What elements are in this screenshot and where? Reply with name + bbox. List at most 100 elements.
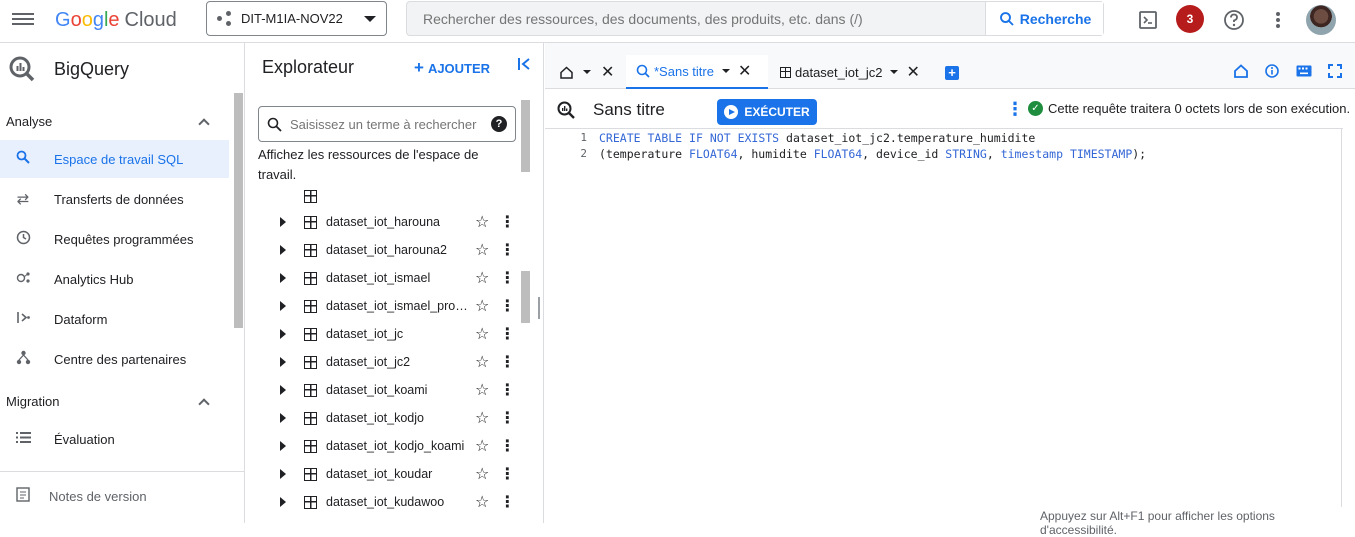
close-icon[interactable]: ✕ [906, 62, 919, 82]
dataset-row[interactable]: dataset_iot_kudawoo ☆ ⋮ [246, 488, 521, 516]
keyboard-icon[interactable] [1296, 64, 1312, 80]
more-vert-icon[interactable]: ⋮ [499, 212, 515, 232]
more-vert-icon[interactable]: ⋮ [499, 324, 515, 344]
dataset-row[interactable]: dataset_iot_jc ☆ ⋮ [246, 320, 521, 348]
collapse-panel-icon[interactable] [517, 56, 533, 77]
avatar[interactable] [1306, 5, 1336, 35]
dataset-row[interactable]: dataset_iot_kodjo_koami ☆ ⋮ [246, 432, 521, 460]
expand-arrow-icon[interactable] [280, 217, 286, 227]
more-vert-icon[interactable]: ⋮ [499, 408, 515, 428]
dataset-row[interactable]: dataset_iot_jc2 ☆ ⋮ [246, 348, 521, 376]
global-search-input[interactable] [407, 2, 985, 35]
close-icon[interactable]: ✕ [601, 62, 614, 82]
release-notes-link[interactable]: Notes de version [0, 477, 229, 515]
editor-scrollbar[interactable] [1341, 129, 1355, 507]
dataset-row[interactable]: dataset_iot_koami ☆ ⋮ [246, 376, 521, 404]
add-button[interactable]: + AJOUTER [414, 58, 490, 78]
dataset-row[interactable]: dataset_iot_harouna ☆ ⋮ [246, 208, 521, 236]
dataset-list-scrollbar[interactable] [521, 271, 530, 323]
left-nav-scrollbar[interactable] [234, 93, 243, 328]
star-icon[interactable]: ☆ [475, 296, 489, 316]
more-vert-icon[interactable]: ⋮ [499, 240, 515, 260]
star-icon[interactable]: ☆ [475, 240, 489, 260]
search-button[interactable]: Recherche [985, 2, 1103, 35]
expand-arrow-icon[interactable] [280, 441, 286, 451]
panel-resize-handle[interactable] [538, 297, 540, 319]
run-button[interactable]: EXÉCUTER [717, 99, 817, 125]
dataset-icon [304, 411, 317, 425]
dataset-row[interactable]: dataset_iot_kodjo ☆ ⋮ [246, 404, 521, 432]
star-icon[interactable]: ☆ [475, 408, 489, 428]
search-icon [999, 11, 1014, 26]
dataset-row-partial[interactable] [246, 188, 521, 210]
more-vert-icon[interactable]: ⋮ [499, 380, 515, 400]
star-icon[interactable]: ☆ [475, 212, 489, 232]
explorer-search-input[interactable] [290, 116, 491, 132]
dataset-row[interactable]: dataset_iot_harouna2 ☆ ⋮ [246, 236, 521, 264]
search-icon [267, 117, 282, 132]
explorer-scrollbar[interactable] [521, 100, 530, 172]
sql-editor[interactable]: 1 2 CREATE TABLE IF NOT EXISTS dataset_i… [545, 128, 1343, 509]
query-icon [636, 64, 650, 78]
star-icon[interactable]: ☆ [475, 380, 489, 400]
star-icon[interactable]: ☆ [475, 352, 489, 372]
expand-arrow-icon[interactable] [280, 497, 286, 507]
star-icon[interactable]: ☆ [475, 492, 489, 512]
notifications-badge[interactable]: 3 [1176, 5, 1204, 33]
expand-arrow-icon[interactable] [280, 301, 286, 311]
more-vert-icon[interactable]: ⋮ [499, 464, 515, 484]
close-icon[interactable]: ✕ [738, 61, 751, 81]
expand-arrow-icon[interactable] [280, 385, 286, 395]
nav-item-partners[interactable]: Centre des partenaires [0, 340, 229, 378]
nav-item-analytics-hub[interactable]: Analytics Hub [0, 260, 229, 298]
code-line[interactable]: CREATE TABLE IF NOT EXISTS dataset_iot_j… [599, 130, 1035, 146]
dataset-row[interactable]: dataset_iot_ismael_proje… ☆ ⋮ [246, 292, 521, 320]
google-cloud-logo[interactable]: Google Cloud [55, 7, 177, 33]
tab-untitled-query[interactable]: *Sans titre ✕ [626, 55, 768, 89]
nav-item-dataform[interactable]: Dataform [0, 300, 229, 338]
home-icon[interactable] [1234, 64, 1248, 81]
tab-home[interactable]: ✕ [555, 55, 619, 89]
expand-arrow-icon[interactable] [280, 245, 286, 255]
more-vert-icon[interactable] [1266, 8, 1290, 32]
tab-dataset-iot-jc2[interactable]: dataset_iot_jc2 ✕ [778, 55, 928, 89]
check-circle-icon: ✓ [1028, 101, 1043, 116]
more-vert-icon[interactable]: ⋮ [499, 352, 515, 372]
explorer-hint: Affichez les ressources de l'espace de t… [258, 147, 479, 182]
star-icon[interactable]: ☆ [475, 268, 489, 288]
more-vert-icon[interactable]: ⋮ [499, 268, 515, 288]
section-analyse[interactable]: Analyse [6, 114, 216, 130]
info-icon[interactable] [1265, 64, 1279, 81]
dataset-name: dataset_iot_ismael_proje… [326, 299, 470, 313]
main-menu-icon[interactable] [12, 10, 34, 28]
nav-item-scheduled-queries[interactable]: Requêtes programmées [0, 220, 229, 258]
help-icon[interactable] [1222, 8, 1246, 32]
expand-arrow-icon[interactable] [280, 413, 286, 423]
more-vert-icon[interactable]: ⋮ [1006, 99, 1024, 120]
nav-item-transfers[interactable]: ⇄ Transferts de données [0, 180, 229, 218]
nav-item-evaluation[interactable]: Évaluation [0, 420, 229, 458]
star-icon[interactable]: ☆ [475, 464, 489, 484]
expand-arrow-icon[interactable] [280, 357, 286, 367]
more-vert-icon[interactable]: ⋮ [499, 436, 515, 456]
dataset-row[interactable]: dataset_iot_ismael ☆ ⋮ [246, 264, 521, 292]
cloud-shell-icon[interactable] [1136, 8, 1160, 32]
expand-arrow-icon[interactable] [280, 469, 286, 479]
star-icon[interactable]: ☆ [475, 436, 489, 456]
expand-arrow-icon[interactable] [280, 273, 286, 283]
project-selector[interactable]: DIT-M1IA-NOV22 [206, 1, 387, 36]
dataset-row[interactable]: dataset_iot_koudar ☆ ⋮ [246, 460, 521, 488]
star-icon[interactable]: ☆ [475, 324, 489, 344]
section-migration[interactable]: Migration [6, 394, 216, 410]
help-icon[interactable]: ? [491, 116, 507, 132]
code-line[interactable]: (temperature FLOAT64, humidite FLOAT64, … [599, 146, 1146, 162]
more-vert-icon[interactable]: ⋮ [499, 296, 515, 316]
project-name: DIT-M1IA-NOV22 [241, 11, 343, 26]
new-tab-button[interactable]: + [945, 66, 959, 80]
more-vert-icon[interactable]: ⋮ [499, 492, 515, 512]
fullscreen-icon[interactable] [1328, 64, 1342, 81]
chevron-down-icon [890, 70, 899, 74]
expand-arrow-icon[interactable] [280, 329, 286, 339]
nav-item-sql-workspace[interactable]: Espace de travail SQL [0, 140, 229, 178]
project-icon [217, 10, 233, 27]
